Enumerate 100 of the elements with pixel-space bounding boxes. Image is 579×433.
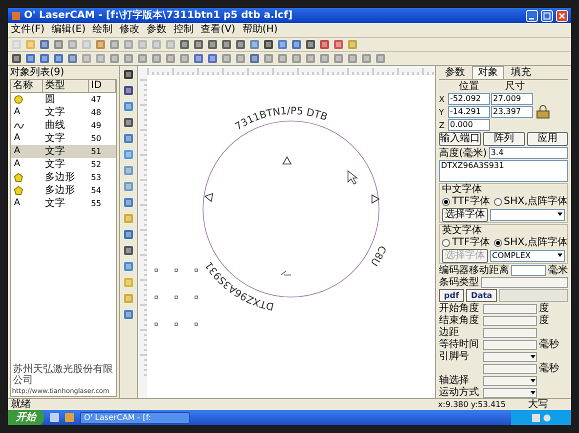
toolbar-icon[interactable] [207, 53, 218, 64]
radio-label: TTF字体 [452, 237, 490, 248]
encoder-field[interactable] [511, 265, 546, 276]
minimize-icon[interactable] [526, 10, 538, 22]
square-mark [194, 296, 198, 299]
close-icon[interactable] [556, 10, 568, 22]
table-cell-text: 55 [90, 200, 102, 208]
toolbar-icon[interactable] [179, 39, 190, 50]
menu-item[interactable]: 帮助(H) [242, 25, 278, 35]
lock-icon[interactable] [536, 105, 550, 119]
font-dropdown[interactable] [490, 209, 565, 221]
table-cell-text: 文字 [44, 198, 66, 208]
toolbar-icon[interactable] [291, 39, 302, 50]
toolbar-icon[interactable] [235, 39, 246, 50]
field-label: 引脚号 [439, 351, 470, 362]
position-field[interactable]: 0.000 [448, 119, 490, 131]
toolbar-icon[interactable] [207, 39, 218, 50]
tool-icon[interactable] [123, 85, 134, 96]
object-row[interactable]: A 文字 51 [11, 145, 116, 158]
position-field[interactable]: -52.092 [448, 93, 490, 105]
object-row[interactable]: A 文字 52 [11, 158, 116, 171]
input-field[interactable] [483, 316, 537, 326]
maximize-icon[interactable] [541, 10, 553, 22]
toolbar-icon[interactable] [193, 39, 204, 50]
toolbar-icon[interactable] [11, 53, 22, 64]
panel-tab[interactable]: 参数 [439, 66, 471, 79]
menu-item[interactable]: 绘制 [92, 25, 113, 35]
radio-button[interactable] [494, 198, 502, 206]
input-field[interactable] [483, 340, 537, 350]
table-cell-text: 47 [90, 96, 102, 104]
panel-button[interactable]: 应用 [526, 132, 568, 146]
table-cell-text: 文字 [44, 146, 66, 156]
menu-item[interactable]: 控制 [174, 25, 194, 35]
dropdown-field[interactable] [483, 352, 537, 362]
toolbar-icon[interactable] [221, 39, 232, 50]
field-label: 轴选择 [439, 375, 470, 386]
position-field[interactable]: -14.291 [448, 106, 490, 118]
object-row[interactable]: A 文字 55 [11, 197, 116, 210]
toolbar-icon[interactable] [333, 39, 344, 50]
menu-item[interactable]: 编辑(E) [52, 25, 86, 35]
object-row[interactable]: 曲线 49 [11, 119, 116, 132]
toolbar-icon[interactable] [53, 53, 64, 64]
size-field[interactable]: 27.009 [491, 93, 533, 105]
unit-label: 毫秒 [539, 339, 559, 350]
input-field[interactable] [483, 304, 537, 314]
code-button[interactable]: Data [466, 289, 498, 302]
dropdown-field[interactable] [483, 388, 537, 398]
column-header[interactable]: 类型 [43, 80, 89, 92]
input-field[interactable] [483, 328, 537, 338]
toolbar-icon[interactable] [25, 53, 36, 64]
text-area[interactable]: DTXZ96A3S931 [439, 160, 568, 182]
toolbar-icon[interactable] [249, 53, 260, 64]
menu-item[interactable]: 查看(V) [200, 25, 236, 35]
column-header[interactable]: ID [89, 80, 116, 92]
tool-icon[interactable] [123, 117, 134, 128]
radio-button[interactable] [442, 198, 450, 206]
choose-font-button[interactable]: 选择字体 [442, 208, 488, 222]
height-field[interactable]: 3.4 [488, 147, 568, 159]
column-label: 尺寸 [504, 81, 526, 92]
table-cell-text: 53 [90, 174, 102, 182]
cursor-icon [348, 170, 358, 184]
toolbar-icon[interactable] [305, 39, 316, 50]
object-row[interactable]: A 文字 48 [11, 106, 116, 119]
panel-button[interactable]: 阵列 [483, 132, 524, 146]
toolbar-icon[interactable] [193, 53, 204, 64]
toolbar-icon[interactable] [39, 39, 50, 50]
text-object-icon: A [14, 134, 20, 143]
toolbar-icon[interactable] [277, 39, 288, 50]
panel-tab[interactable]: 对象 [472, 66, 504, 79]
start-button[interactable]: 开始 [8, 410, 44, 425]
table-cell-text: 多边形 [44, 186, 76, 196]
toolbar-icon[interactable] [39, 53, 50, 64]
tool-icon[interactable] [123, 69, 134, 80]
code-button[interactable]: pdf [439, 289, 464, 302]
toolbar-icon[interactable] [67, 53, 78, 64]
object-row[interactable]: 多边形 53 [11, 171, 116, 184]
menu-item[interactable]: 修改 [120, 25, 140, 35]
barcode-dropdown[interactable] [481, 277, 568, 288]
menu-item[interactable]: 参数 [146, 25, 167, 35]
object-row[interactable]: A 文字 50 [11, 132, 116, 145]
tool-icon[interactable] [123, 245, 134, 256]
object-row[interactable]: 多边形 54 [11, 184, 116, 197]
dropdown-field[interactable] [483, 376, 537, 386]
menu-item[interactable]: 文件(F) [11, 25, 45, 35]
axis-label: Y [439, 106, 445, 118]
radio-label: SHX,点阵字体 [504, 196, 568, 207]
object-row[interactable]: 圆 47 [11, 93, 116, 106]
table-cell-text: 文字 [44, 108, 66, 118]
curve-icon [14, 122, 24, 130]
toolbar-icon[interactable] [319, 39, 330, 50]
column-header[interactable]: 名称 [11, 80, 43, 92]
group-title: 英文字体 [442, 225, 483, 236]
tool-icon[interactable] [123, 229, 134, 240]
table-cell-text: 多边形 [44, 172, 76, 182]
toolbar-icon[interactable] [263, 39, 274, 50]
field-label: 结束角度 [439, 315, 480, 326]
size-field[interactable]: 23.397 [491, 106, 533, 118]
input-field[interactable] [483, 364, 537, 374]
panel-button[interactable]: 输入端口 [439, 132, 481, 146]
panel-tab[interactable]: 填充 [505, 66, 537, 79]
